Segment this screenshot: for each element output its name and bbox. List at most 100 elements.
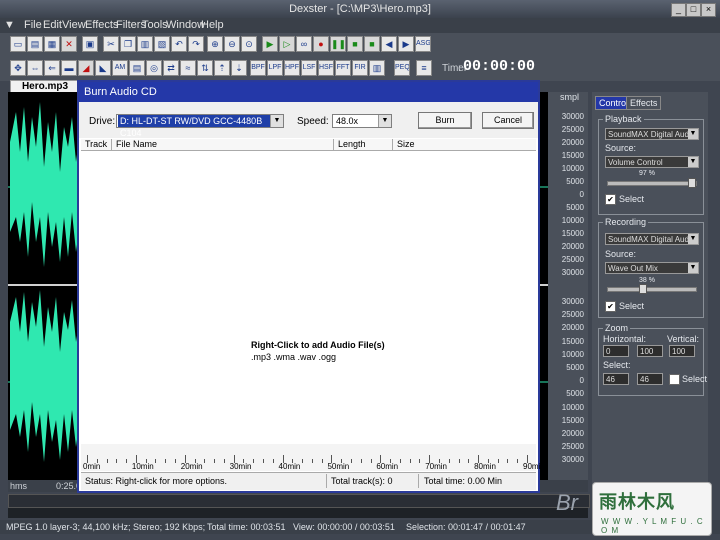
scale-tick: 25000 (561, 255, 584, 264)
zoom-select-end-spinner[interactable]: 46 (637, 373, 663, 385)
speaker-left-icon[interactable]: ◀ (381, 36, 397, 52)
toolbar-main: ▭ ▤ ▦ ✕ ▣ ✂ ❐ ▥ ▧ ↶ ↷ ⊕ ⊖ ⊙ ▶ ▷ ∞ ● ❚❚ ■… (0, 33, 720, 57)
cut-icon[interactable]: ✂ (103, 36, 119, 52)
playback-source-select[interactable]: Volume Control ▼ (605, 156, 699, 168)
recording-select-checkbox[interactable]: ✔ (605, 301, 616, 312)
ruler-tick (126, 459, 128, 463)
status-total-time: Total time: 00:03:51 (207, 522, 286, 532)
drive-select[interactable]: D: HL-DT-ST RW/DVD GCC-4480B C104 ▼ (116, 114, 284, 138)
column-size[interactable]: Size (393, 139, 536, 150)
recording-slider-thumb[interactable] (638, 284, 647, 294)
recording-source-select[interactable]: Wave Out Mix ▼ (605, 262, 699, 274)
zoom-full-icon[interactable]: ⊙ (241, 36, 257, 52)
scale-tick: 25000 (561, 310, 584, 320)
play-icon[interactable]: ▶ (262, 36, 278, 52)
cancel-button[interactable]: Cancel (482, 112, 534, 129)
hsf-button[interactable]: HSF (318, 60, 334, 76)
playback-source-value: Volume Control (608, 158, 663, 167)
horizontal-scrollbar[interactable] (8, 494, 590, 508)
menu-help[interactable]: Help (201, 19, 224, 31)
reverse-icon[interactable]: ⇄ (163, 60, 179, 76)
ruler-tick (165, 459, 167, 463)
zoom-select-start-spinner[interactable]: 46 (603, 373, 629, 385)
fir-button[interactable]: FIR (352, 60, 368, 76)
menu-view[interactable]: View (62, 19, 86, 31)
record-icon[interactable]: ● (313, 36, 329, 52)
lpf-button[interactable]: LPF (267, 60, 283, 76)
lsf-button[interactable]: LSF (301, 60, 317, 76)
playback-device-select[interactable]: SoundMAX Digital Audio ▼ (605, 128, 699, 140)
pause-icon[interactable]: ❚❚ (330, 36, 346, 52)
amplify-icon[interactable]: AM (112, 60, 128, 76)
burn-button[interactable]: Burn (418, 112, 472, 129)
loop-icon[interactable]: ∞ (296, 36, 312, 52)
select-all-icon[interactable]: ✥ (10, 60, 26, 76)
fade-in-icon[interactable]: ◢ (78, 60, 94, 76)
menu-tools[interactable]: Tools (142, 19, 168, 31)
copy-icon[interactable]: ❐ (120, 36, 136, 52)
paste-mix-icon[interactable]: ▧ (154, 36, 170, 52)
play-selection-icon[interactable]: ▷ (279, 36, 295, 52)
asg-button[interactable]: ASG (415, 36, 431, 52)
playback-volume-slider[interactable] (607, 181, 697, 186)
ruler-label: 90min (523, 462, 545, 471)
stop-icon[interactable]: ■ (347, 36, 363, 52)
invert-icon[interactable]: ⇅ (197, 60, 213, 76)
playback-select-checkbox[interactable]: ✔ (605, 194, 616, 205)
recording-device-select[interactable]: SoundMAX Digital Audio ▼ (605, 233, 699, 245)
minimize-button[interactable]: _ (671, 3, 686, 17)
track-list[interactable]: Right-Click to add Audio File(s) .mp3 .w… (81, 151, 536, 444)
recording-volume-slider[interactable] (607, 287, 697, 292)
fade-out-icon[interactable]: ◣ (95, 60, 111, 76)
amplitude-scale: 30000 25000 20000 15000 10000 5000 0 5000 10000 1… (548, 92, 588, 480)
peq-button[interactable]: PEQ (394, 60, 410, 76)
menu-window[interactable]: Window (166, 19, 205, 31)
tab-effects[interactable]: Effects (626, 96, 662, 110)
zoom-select-check-label: Select (682, 374, 708, 384)
zoom-out-icon[interactable]: ⊖ (224, 36, 240, 52)
scale-tick: 25000 (561, 125, 584, 134)
playback-slider-thumb[interactable] (688, 178, 697, 188)
zoom-vertical-spinner[interactable]: 100 (669, 345, 695, 357)
close-file-icon[interactable]: ✕ (61, 36, 77, 52)
zoom-h-end-spinner[interactable]: 100 (637, 345, 663, 357)
open-folder-icon[interactable]: ▤ (27, 36, 43, 52)
bpf-button[interactable]: BPF (250, 60, 266, 76)
zoom-select-checkbox[interactable] (669, 374, 680, 385)
app-menu-icon[interactable]: ▼ (4, 19, 15, 31)
pitch-down-icon[interactable]: ⇣ (231, 60, 247, 76)
properties-icon[interactable]: ▣ (82, 36, 98, 52)
zoom-h-start-spinner[interactable]: 0 (603, 345, 629, 357)
save-icon[interactable]: ▦ (44, 36, 60, 52)
fft-button[interactable]: FFT (335, 60, 351, 76)
stop-all-icon[interactable]: ■ (364, 36, 380, 52)
echo-icon[interactable]: ◎ (146, 60, 162, 76)
trim-icon[interactable]: ▬ (61, 60, 77, 76)
overview-bar[interactable] (8, 508, 588, 518)
maximize-button[interactable]: □ (686, 3, 701, 17)
menu-effects[interactable]: Effects (85, 19, 118, 31)
column-file-name[interactable]: File Name (112, 139, 334, 150)
ruler-tick (409, 459, 411, 463)
expand-icon[interactable]: ⇔ (27, 60, 43, 76)
column-track[interactable]: Track (81, 139, 112, 150)
pitch-up-icon[interactable]: ⇡ (214, 60, 230, 76)
normalize-icon[interactable]: ▤ (129, 60, 145, 76)
ruler-tick (263, 459, 264, 463)
zoom-in-icon[interactable]: ⊕ (207, 36, 223, 52)
hpf-button[interactable]: HPF (284, 60, 300, 76)
undo-icon[interactable]: ↶ (171, 36, 187, 52)
flanger-icon[interactable]: ≈ (180, 60, 196, 76)
batch-icon[interactable]: ≡ (416, 60, 432, 76)
paste-icon[interactable]: ▥ (137, 36, 153, 52)
column-length[interactable]: Length (334, 139, 393, 150)
menu-edit[interactable]: Edit (43, 19, 62, 31)
redo-icon[interactable]: ↷ (188, 36, 204, 52)
contract-icon[interactable]: ⇐ (44, 60, 60, 76)
close-button[interactable]: × (701, 3, 716, 17)
speaker-right-icon[interactable]: ▶ (398, 36, 414, 52)
speed-select[interactable]: 48.0x ▼ (332, 114, 392, 128)
menu-file[interactable]: File (24, 19, 42, 31)
equalizer-icon[interactable]: ▥ (369, 60, 385, 76)
new-file-icon[interactable]: ▭ (10, 36, 26, 52)
